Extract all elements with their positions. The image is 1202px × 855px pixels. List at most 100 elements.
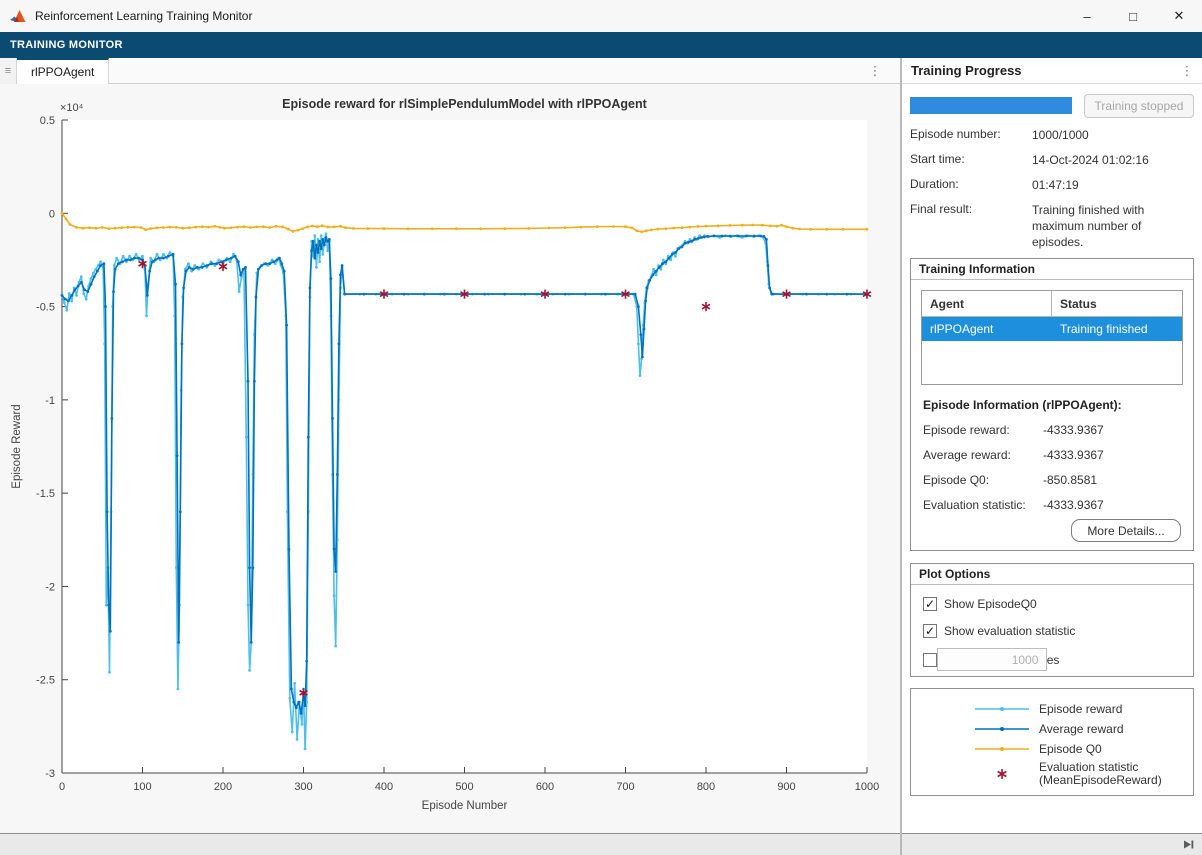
more-details-button[interactable]: More Details... (1071, 519, 1181, 542)
start-time-value: 14-Oct-2024 01:02:16 (1032, 152, 1190, 168)
ribbon-tab-training-monitor[interactable]: TRAINING MONITOR (0, 39, 123, 51)
duration-label: Duration: (910, 177, 1032, 193)
status-bar-right (902, 833, 1202, 855)
final-result-row: Final result: Training finished with max… (910, 202, 1194, 250)
legend-label: Average reward (1039, 723, 1124, 736)
asterisk-marker-icon (973, 766, 1031, 782)
svg-text:1000: 1000 (855, 781, 879, 793)
maximize-icon[interactable]: □ (1110, 0, 1156, 32)
plot-options-title: Plot Options (911, 564, 1193, 585)
plot-options-box: Plot Options Show EpisodeQ0 Show evaluat… (910, 563, 1194, 677)
svg-text:700: 700 (616, 781, 634, 793)
agent-status-table: Agent Status rlPPOAgent Training finishe… (921, 290, 1183, 385)
matlab-logo-icon (10, 9, 27, 24)
minimize-icon[interactable]: – (1064, 0, 1110, 32)
svg-text:600: 600 (536, 781, 554, 793)
legend-item-episode-q0: Episode Q0 (973, 741, 1193, 757)
title-bar: Reinforcement Learning Training Monitor … (0, 0, 1202, 32)
evaluation-statistic-row: Evaluation statistic: -4333.9367 (923, 498, 1183, 512)
last-n-episodes-input[interactable] (937, 648, 1047, 671)
line-marker-icon (973, 701, 1031, 717)
episode-information-title: Episode Information (rlPPOAgent): (923, 398, 1122, 412)
training-progress-bar (910, 97, 1072, 114)
svg-text:900: 900 (777, 781, 795, 793)
tab-strip-kebab-icon[interactable]: ⋮ (864, 58, 886, 84)
training-chart[interactable]: 0 100 200 300 400 500 600 700 800 900 1000 0.5 0 -0.5… (0, 84, 900, 833)
training-progress-fill (910, 97, 1072, 114)
svg-text:300: 300 (294, 781, 312, 793)
legend-label: Evaluation statistic(MeanEpisodeReward) (1039, 761, 1162, 787)
training-progress-title: Training Progress (902, 63, 1022, 78)
legend-item-episode-reward: Episode reward (973, 701, 1193, 717)
legend-label: Episode reward (1039, 703, 1122, 716)
evaluation-statistic-label: Evaluation statistic: (923, 498, 1043, 512)
episode-reward-label: Episode reward: (923, 423, 1043, 437)
svg-text:0.5: 0.5 (40, 115, 55, 127)
legend-label: Episode Q0 (1039, 743, 1102, 756)
final-result-value: Training finished with maximum number of… (1032, 202, 1190, 250)
line-marker-icon (973, 741, 1031, 757)
episode-number-value: 1000/1000 (1032, 127, 1190, 143)
y-axis-exponent: ×10⁴ (60, 102, 84, 114)
show-evaluation-statistic-row: Show evaluation statistic (923, 623, 1075, 639)
start-time-label: Start time: (910, 152, 1032, 168)
show-episodeq0-checkbox[interactable] (923, 597, 937, 611)
svg-text:400: 400 (375, 781, 393, 793)
training-progress-header: Training Progress ⋮ (902, 58, 1202, 84)
svg-text:-3: -3 (45, 768, 55, 780)
show-episodeq0-label: Show EpisodeQ0 (944, 597, 1037, 611)
status-column-header: Status (1052, 291, 1182, 316)
training-stopped-button[interactable]: Training stopped (1084, 94, 1194, 118)
average-reward-value: -4333.9367 (1043, 448, 1104, 462)
tab-rlppoagent[interactable]: rlPPOAgent (17, 58, 109, 84)
training-information-title: Training Information (911, 259, 1193, 280)
collapse-panel-icon[interactable] (1182, 838, 1195, 854)
tab-strip: ≡ rlPPOAgent ⋮ (0, 58, 900, 84)
ribbon: TRAINING MONITOR (0, 32, 1202, 58)
episode-q0-label: Episode Q0: (923, 473, 1043, 487)
table-header-row: Agent Status (922, 291, 1182, 317)
show-episodeq0-row: Show EpisodeQ0 (923, 596, 1037, 612)
final-result-label: Final result: (910, 202, 1032, 250)
duration-value: 01:47:19 (1032, 177, 1190, 193)
svg-text:0: 0 (49, 208, 55, 220)
svg-text:-2.5: -2.5 (36, 675, 55, 687)
episode-reward-row: Episode reward: -4333.9367 (923, 423, 1183, 437)
average-reward-row: Average reward: -4333.9367 (923, 448, 1183, 462)
show-evaluation-statistic-checkbox[interactable] (923, 624, 937, 638)
training-progress-panel: Training stopped Episode number: 1000/10… (902, 84, 1202, 833)
svg-text:-2: -2 (45, 581, 55, 593)
agent-cell: rlPPOAgent (922, 317, 1052, 341)
episode-number-label: Episode number: (910, 127, 1032, 143)
episode-reward-chart[interactable]: 0 100 200 300 400 500 600 700 800 900 1000 0.5 0 -0.5… (0, 84, 900, 833)
line-marker-icon (973, 721, 1031, 737)
window-title: Reinforcement Learning Training Monitor (35, 9, 252, 23)
show-last-n-episodes-row: Show last N episodes (923, 652, 1059, 668)
svg-text:0: 0 (59, 781, 65, 793)
show-last-n-episodes-checkbox[interactable] (923, 653, 937, 667)
duration-row: Duration: 01:47:19 (910, 177, 1194, 193)
grip-icon[interactable]: ≡ (0, 58, 17, 84)
y-axis-label: Episode Reward (11, 404, 23, 488)
evaluation-statistic-value: -4333.9367 (1043, 498, 1104, 512)
training-information-box: Training Information Agent Status rlPPOA… (910, 258, 1194, 551)
show-evaluation-statistic-label: Show evaluation statistic (944, 624, 1075, 638)
close-icon[interactable]: ✕ (1156, 0, 1202, 32)
app-window: Reinforcement Learning Training Monitor … (0, 0, 1202, 855)
start-time-row: Start time: 14-Oct-2024 01:02:16 (910, 152, 1194, 168)
table-row[interactable]: rlPPOAgent Training finished (922, 317, 1182, 341)
svg-text:500: 500 (455, 781, 473, 793)
episode-reward-value: -4333.9367 (1043, 423, 1104, 437)
episode-q0-value: -850.8581 (1043, 473, 1097, 487)
x-axis-label: Episode Number (422, 800, 508, 812)
svg-text:200: 200 (214, 781, 232, 793)
svg-text:-0.5: -0.5 (36, 302, 55, 314)
chart-title: Episode reward for rlSimplePendulumModel… (282, 97, 647, 111)
svg-text:800: 800 (697, 781, 715, 793)
episode-q0-row: Episode Q0: -850.8581 (923, 473, 1183, 487)
svg-text:-1.5: -1.5 (36, 488, 55, 500)
status-cell: Training finished (1052, 317, 1182, 341)
training-progress-kebab-icon[interactable]: ⋮ (1176, 58, 1198, 84)
status-bar-left (0, 833, 900, 855)
svg-text:100: 100 (133, 781, 151, 793)
